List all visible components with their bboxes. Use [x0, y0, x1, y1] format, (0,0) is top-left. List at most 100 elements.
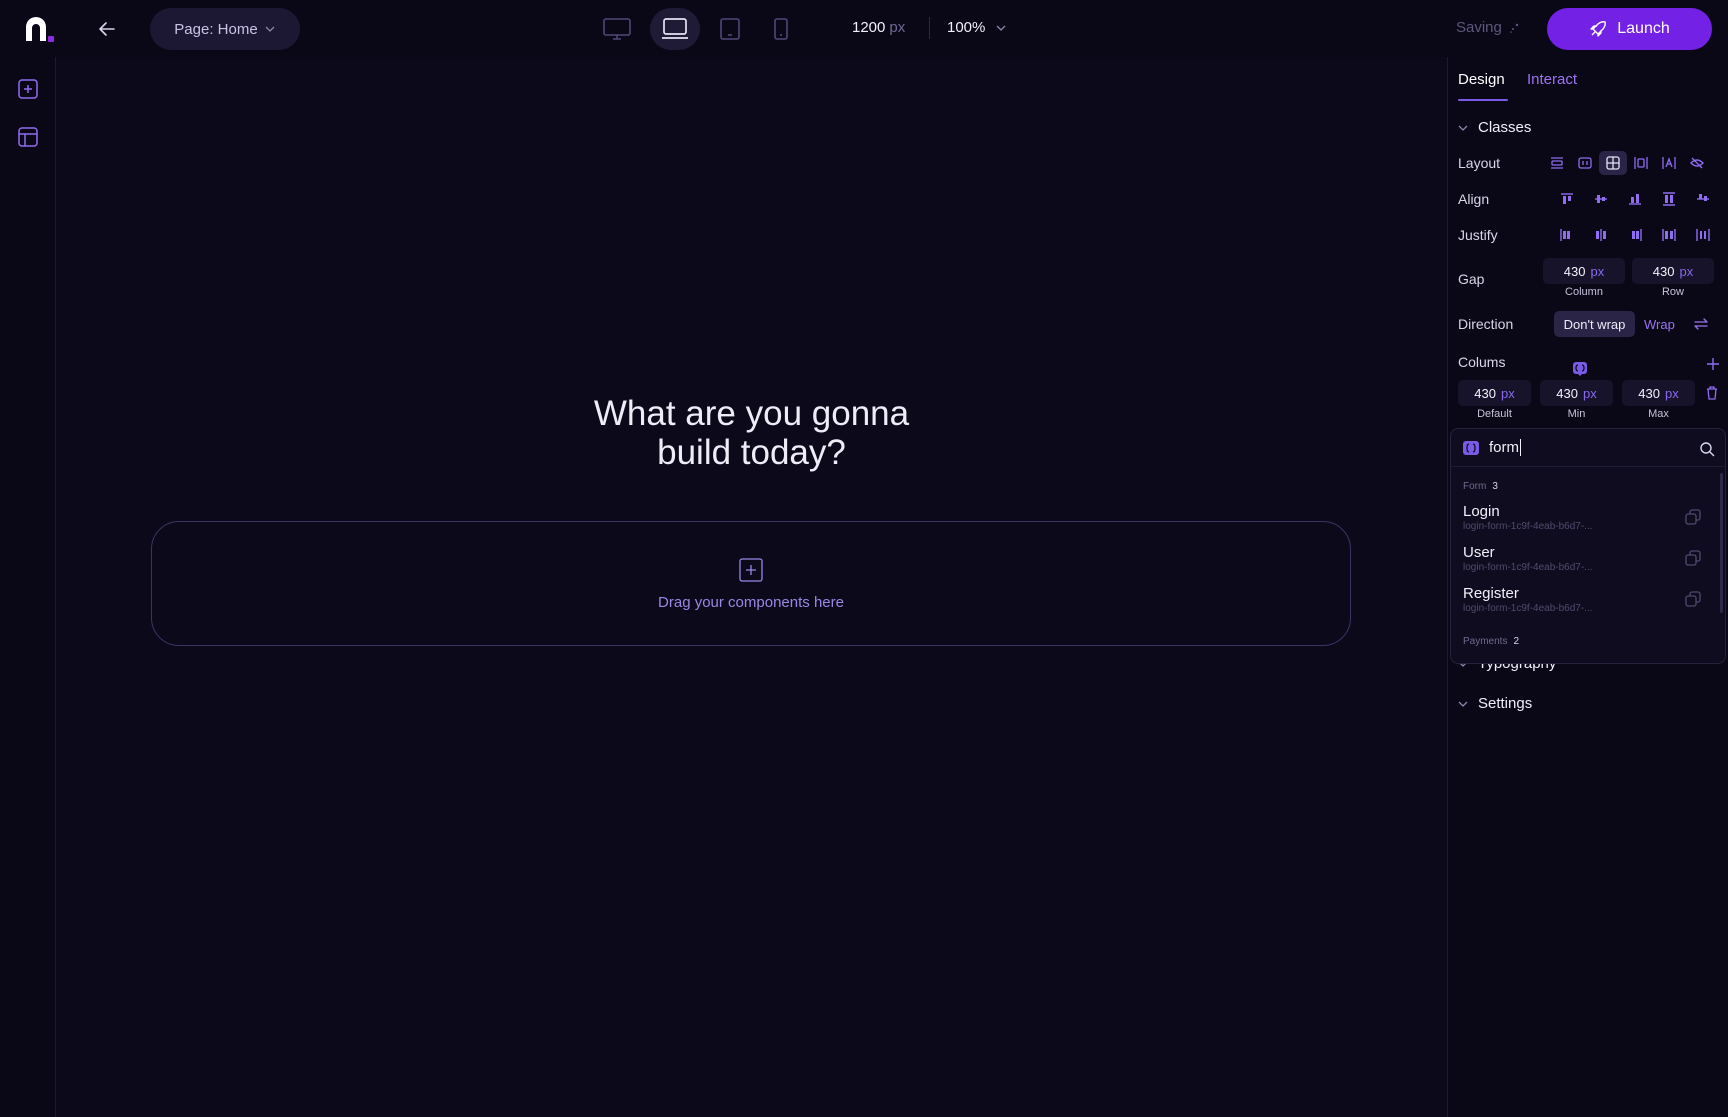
column-max-caption: Max — [1648, 408, 1669, 420]
group-form-count: 3 — [1492, 481, 1498, 492]
justify-label: Justify — [1458, 227, 1498, 243]
canvas-width-unit: px — [889, 19, 906, 36]
justify-center-button[interactable] — [1584, 223, 1618, 247]
app-logo-icon[interactable] — [24, 15, 56, 43]
layout-inline-button[interactable] — [1655, 151, 1683, 175]
align-end-button[interactable] — [1618, 187, 1652, 211]
column-min-caption: Min — [1567, 408, 1586, 420]
layout-block-button[interactable] — [1543, 151, 1571, 175]
justify-center-icon — [1596, 229, 1606, 241]
copy-icon[interactable] — [1685, 591, 1701, 607]
arrow-left-icon — [99, 22, 115, 36]
justify-space-between-icon — [1662, 229, 1676, 241]
item-id: login-form-1c9f-4eab-b6d7-... — [1463, 603, 1593, 614]
item-name: Register — [1463, 585, 1519, 602]
trash-icon[interactable] — [1706, 386, 1718, 400]
layout-grid-icon — [1606, 156, 1620, 170]
layout-block-icon — [1551, 157, 1563, 169]
section-classes[interactable]: Classes — [1458, 119, 1531, 136]
group-header-payments: Payments 2 — [1463, 636, 1519, 647]
copy-icon[interactable] — [1685, 509, 1701, 525]
column-max-input[interactable]: 430 px — [1622, 380, 1695, 406]
launch-label: Launch — [1617, 20, 1670, 37]
add-component-icon[interactable] — [739, 558, 763, 582]
canvas-headline: What are you gonna build today? — [593, 394, 910, 472]
list-item[interactable]: Register login-form-1c9f-4eab-b6d7-... — [1451, 585, 1717, 623]
align-stretch-icon — [1663, 192, 1675, 206]
topbar-divider — [929, 17, 930, 39]
justify-space-between-button[interactable] — [1652, 223, 1686, 247]
variable-search-dropdown: form Form 3 Login login-form-1c9f-4eab-b6… — [1450, 428, 1726, 664]
page-select[interactable]: Page: Home — [150, 8, 300, 50]
layout-flex-icon — [1578, 157, 1592, 169]
justify-space-around-icon — [1696, 229, 1710, 241]
design-canvas[interactable]: What are you gonna build today? Drag you… — [57, 57, 1446, 1117]
columns-label: Colums — [1458, 354, 1506, 370]
mobile-icon — [774, 18, 788, 40]
saving-status: Saving — [1456, 19, 1520, 36]
device-laptop-button[interactable] — [650, 8, 700, 50]
gap-row-value: 430 — [1652, 263, 1675, 279]
justify-end-icon — [1632, 229, 1642, 241]
layout-inline-block-icon — [1634, 157, 1648, 169]
column-default-unit: px — [1500, 385, 1515, 401]
app-window: Page: Home 1200 px 100% Saving Launch Wh… — [0, 0, 1728, 1117]
variable-badge-icon[interactable] — [1572, 361, 1588, 377]
layout-icon[interactable] — [16, 125, 40, 149]
tab-design[interactable]: Design — [1458, 71, 1505, 88]
layout-options — [1543, 151, 1711, 175]
group-payments-count: 2 — [1513, 636, 1520, 647]
search-icon[interactable] — [1699, 441, 1715, 457]
align-baseline-button[interactable] — [1686, 187, 1720, 211]
swap-direction-icon[interactable] — [1693, 317, 1709, 331]
direction-nowrap-option[interactable]: Don't wrap — [1554, 311, 1635, 337]
device-tablet-button[interactable] — [705, 8, 755, 50]
layout-hidden-button[interactable] — [1683, 151, 1711, 175]
column-default-caption: Default — [1477, 408, 1512, 420]
eye-off-icon — [1690, 157, 1704, 169]
rocket-icon — [1590, 21, 1607, 37]
column-max-unit: px — [1664, 385, 1679, 401]
chevron-down-icon — [996, 25, 1006, 31]
section-settings[interactable]: Settings — [1458, 695, 1532, 712]
layout-grid-button[interactable] — [1599, 151, 1627, 175]
gap-row-input[interactable]: 430 px — [1632, 258, 1714, 284]
copy-icon[interactable] — [1685, 550, 1701, 566]
direction-wrap-option[interactable]: Wrap — [1644, 317, 1675, 332]
justify-end-button[interactable] — [1618, 223, 1652, 247]
gap-column-input[interactable]: 430 px — [1543, 258, 1625, 284]
group-form-label: Form — [1463, 481, 1487, 492]
column-min-input[interactable]: 430 px — [1540, 380, 1613, 406]
zoom-select[interactable]: 100% — [947, 19, 1007, 36]
add-element-icon[interactable] — [16, 77, 40, 101]
justify-start-button[interactable] — [1550, 223, 1584, 247]
justify-options — [1550, 223, 1720, 247]
group-payments-label: Payments — [1463, 636, 1508, 647]
align-start-button[interactable] — [1550, 187, 1584, 211]
column-default-input[interactable]: 430 px — [1458, 380, 1531, 406]
component-dropzone[interactable]: Drag your components here — [151, 521, 1351, 646]
justify-start-icon — [1560, 229, 1570, 241]
group-header-form: Form 3 — [1463, 481, 1498, 492]
dropdown-scrollbar[interactable] — [1720, 473, 1723, 613]
chevron-down-icon — [1458, 701, 1468, 707]
canvas-width-readout[interactable]: 1200 px — [852, 19, 905, 36]
variable-search-input[interactable]: form — [1489, 439, 1521, 456]
item-id: login-form-1c9f-4eab-b6d7-... — [1463, 562, 1593, 573]
plus-icon[interactable] — [1706, 357, 1720, 371]
dropzone-label: Drag your components here — [658, 594, 844, 611]
justify-space-around-button[interactable] — [1686, 223, 1720, 247]
device-mobile-button[interactable] — [756, 8, 806, 50]
align-center-button[interactable] — [1584, 187, 1618, 211]
launch-button[interactable]: Launch — [1547, 8, 1712, 50]
tab-interact[interactable]: Interact — [1527, 71, 1577, 88]
list-item[interactable]: Login login-form-1c9f-4eab-b6d7-... — [1451, 503, 1717, 541]
align-label: Align — [1458, 191, 1490, 207]
layout-flex-button[interactable] — [1571, 151, 1599, 175]
column-default-value: 430 — [1474, 385, 1496, 401]
list-item[interactable]: User login-form-1c9f-4eab-b6d7-... — [1451, 544, 1717, 582]
device-desktop-button[interactable] — [592, 8, 642, 50]
align-stretch-button[interactable] — [1652, 187, 1686, 211]
layout-inline-block-button[interactable] — [1627, 151, 1655, 175]
back-button[interactable] — [94, 16, 120, 42]
